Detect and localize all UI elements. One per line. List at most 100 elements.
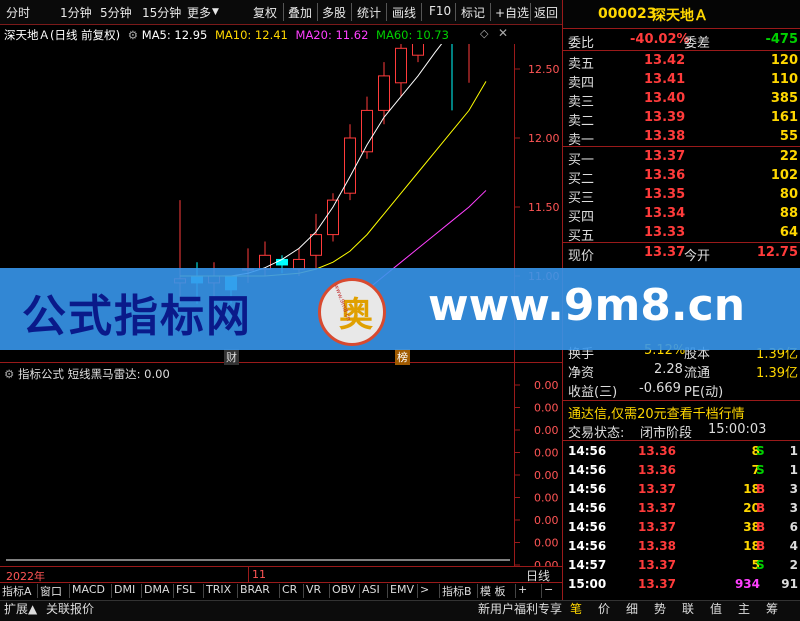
watermark-left-text: 公式指标网 bbox=[22, 291, 252, 342]
tick-direction: S bbox=[756, 463, 765, 477]
quote-panel-tab[interactable]: 细 bbox=[626, 600, 638, 620]
new-user-tab[interactable]: 新用户福利专享 bbox=[478, 600, 562, 620]
indicator-tab[interactable]: BRAR bbox=[240, 583, 270, 599]
tick-time: 14:56 bbox=[568, 520, 607, 534]
period-tab-daily[interactable]: 日线 bbox=[526, 567, 550, 584]
settings-icon[interactable]: ⚙ bbox=[128, 28, 138, 42]
indicator-tab[interactable]: − bbox=[544, 583, 553, 599]
expand-tab[interactable]: 扩展▲ bbox=[4, 600, 37, 620]
tick-price: 13.37 bbox=[638, 482, 676, 496]
status-time: 15:00:03 bbox=[708, 422, 767, 437]
sell-level-row[interactable]: 卖一 13.38 55 bbox=[566, 128, 800, 148]
indicator-tab[interactable]: DMI bbox=[114, 583, 135, 599]
indicator-tab[interactable]: 窗口 bbox=[40, 583, 62, 599]
quote-panel-tab[interactable]: 势 bbox=[654, 600, 666, 620]
tick-volume: 934 bbox=[734, 577, 760, 591]
tab-more[interactable]: 更多 bbox=[187, 4, 211, 21]
indicator-tab[interactable]: FSL bbox=[176, 583, 195, 599]
close-chart-icon[interactable]: ✕ bbox=[498, 26, 508, 40]
sell-level-price: 13.41 bbox=[644, 72, 686, 87]
quote-panel-tab[interactable]: 主 bbox=[738, 600, 750, 620]
diamond-icon[interactable]: ◇ bbox=[480, 27, 488, 40]
status-label: 交易状态: bbox=[568, 426, 625, 441]
ind-tick-label: 0.00 bbox=[534, 469, 559, 482]
quote-panel-tab[interactable]: 筹 bbox=[766, 600, 778, 620]
indicator-tab[interactable]: VR bbox=[306, 583, 321, 599]
tick-count: 4 bbox=[789, 539, 798, 553]
buy-level-volume: 102 bbox=[770, 168, 798, 183]
watermark-banner: 公式指标网 奥 www.9m8.cn www.9m8.cn bbox=[0, 268, 800, 350]
ind-tick-label: 0.00 bbox=[534, 402, 559, 415]
sell-level-row[interactable]: 卖五 13.42 120 bbox=[566, 52, 800, 72]
more-arrow-icon[interactable]: ▼ bbox=[212, 7, 219, 17]
quote-panel-tab[interactable]: 笔 bbox=[570, 600, 582, 620]
sell-level-volume: 161 bbox=[770, 110, 798, 125]
indicator-tab[interactable]: DMA bbox=[144, 583, 170, 599]
indicator-tab[interactable]: > bbox=[420, 583, 429, 599]
tick-time: 14:57 bbox=[568, 558, 607, 572]
sell-level-volume: 55 bbox=[779, 129, 798, 144]
ind-tick-label: 0.00 bbox=[534, 559, 559, 566]
fuquan-button[interactable]: 复权 bbox=[253, 4, 277, 21]
tongji-button[interactable]: 统计 bbox=[357, 4, 381, 21]
tick-direction: S bbox=[756, 444, 765, 458]
quote-panel-tab[interactable]: 联 bbox=[682, 600, 694, 620]
liutong-value: 1.39亿 bbox=[756, 366, 798, 381]
quote-panel-tab[interactable]: 价 bbox=[598, 600, 610, 620]
tab-fenshi[interactable]: 分时 bbox=[6, 4, 30, 21]
buy-level-row[interactable]: 买二 13.36 102 bbox=[566, 167, 800, 187]
buy-level-volume: 22 bbox=[779, 149, 798, 164]
indicator-tab[interactable]: 指标B bbox=[442, 583, 472, 599]
liutong-label: 流通 bbox=[684, 366, 711, 381]
indicator-tab[interactable]: 模 板 bbox=[480, 583, 506, 599]
buy-level-row[interactable]: 买一 13.37 22 bbox=[566, 148, 800, 168]
buy-level-row[interactable]: 买四 13.34 88 bbox=[566, 205, 800, 225]
chart-stock-name: 深天地Ａ bbox=[4, 28, 50, 42]
indicator-tab[interactable]: 指标A bbox=[2, 583, 32, 599]
diejia-button[interactable]: 叠加 bbox=[288, 4, 312, 21]
indicator-tab[interactable]: OBV bbox=[332, 583, 355, 599]
tick-price: 13.37 bbox=[638, 520, 676, 534]
tick-time: 14:56 bbox=[568, 501, 607, 515]
sell-level-price: 13.38 bbox=[644, 129, 686, 144]
weicha-label: 委差 bbox=[684, 36, 711, 51]
weibi-row: 委比 -40.02% 委差 -475 bbox=[566, 31, 800, 51]
chart-header: 深天地Ａ(日线 前复权) ⚙ MA5: 12.95 MA10: 12.41 MA… bbox=[4, 27, 449, 43]
duogu-button[interactable]: 多股 bbox=[322, 4, 346, 21]
ma60-label: MA60: 10.73 bbox=[376, 28, 449, 42]
ad-row[interactable]: 通达信,仅需20元查看千档行情 bbox=[566, 402, 800, 422]
buy-level-row[interactable]: 买三 13.35 80 bbox=[566, 186, 800, 206]
indicator-chart[interactable]: 0.00 0.00 0.00 0.00 0.00 0.00 0.00 0.00 0.00 bbox=[0, 363, 562, 566]
buy-level-volume: 64 bbox=[779, 225, 798, 240]
biaoji-button[interactable]: 标记 bbox=[461, 4, 485, 21]
buy-level-row[interactable]: 买五 13.33 64 bbox=[566, 224, 800, 244]
add-favorite-button[interactable]: +自选 bbox=[495, 4, 529, 21]
indicator-tab[interactable]: TRIX bbox=[206, 583, 231, 599]
sell-level-row[interactable]: 卖四 13.41 110 bbox=[566, 71, 800, 91]
stock-name: 深天地Ａ bbox=[652, 8, 708, 24]
quote-panel-tab[interactable]: 值 bbox=[710, 600, 722, 620]
tick-row: 15:00 13.37 934 91 bbox=[566, 576, 800, 594]
indicator-tab[interactable]: ASI bbox=[362, 583, 380, 599]
indicator-tab[interactable]: MACD bbox=[72, 583, 105, 599]
ind-tick-label: 0.00 bbox=[534, 424, 559, 437]
tick-time: 14:56 bbox=[568, 463, 607, 477]
status-value: 闭市阶段 bbox=[640, 426, 693, 441]
indicator-tab[interactable]: EMV bbox=[390, 583, 414, 599]
indicator-tab[interactable]: CR bbox=[282, 583, 297, 599]
tab-15min[interactable]: 15分钟 bbox=[142, 4, 181, 21]
back-button[interactable]: 返回 bbox=[534, 4, 558, 21]
sell-level-label: 卖三 bbox=[568, 95, 595, 110]
sell-level-row[interactable]: 卖二 13.39 161 bbox=[566, 109, 800, 129]
tick-price: 13.37 bbox=[638, 558, 676, 572]
huaxian-button[interactable]: 画线 bbox=[392, 4, 416, 21]
ad-text[interactable]: 通达信,仅需20元查看千档行情 bbox=[568, 403, 745, 422]
f10-button[interactable]: F10 bbox=[429, 4, 451, 18]
sell-level-row[interactable]: 卖三 13.40 385 bbox=[566, 90, 800, 110]
xianjia-value: 13.37 bbox=[644, 245, 686, 260]
tab-5min[interactable]: 5分钟 bbox=[100, 4, 132, 21]
tick-direction: B bbox=[756, 482, 766, 496]
indicator-tab[interactable]: + bbox=[518, 583, 527, 599]
tab-1min[interactable]: 1分钟 bbox=[60, 4, 92, 21]
related-quote-tab[interactable]: 关联报价 bbox=[46, 600, 94, 620]
